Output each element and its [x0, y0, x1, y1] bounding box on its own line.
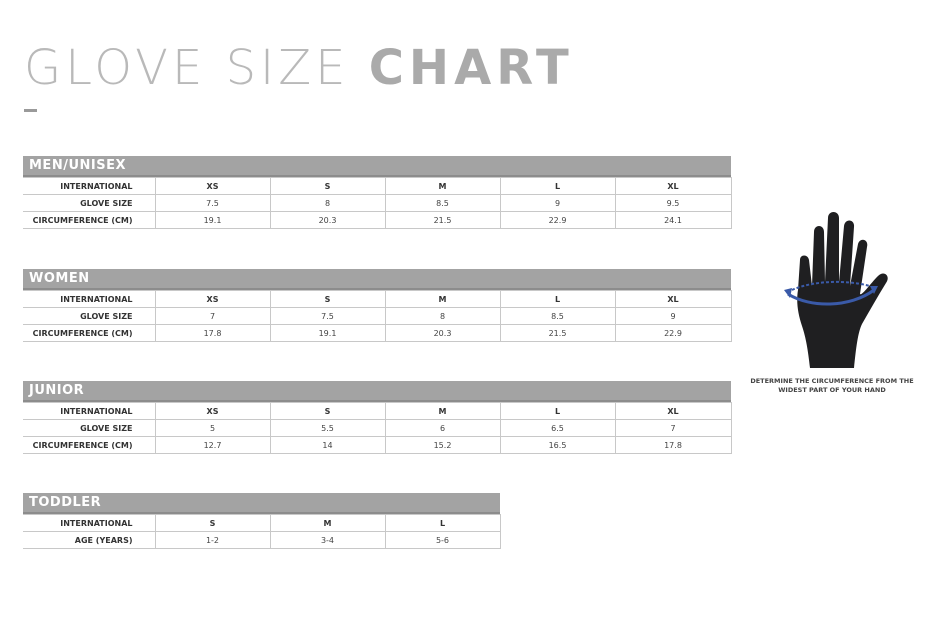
row-label: INTERNATIONAL [23, 290, 156, 308]
table-cell: 19.1 [154, 211, 271, 229]
section-women: WOMEN INTERNATIONAL XS S M L XL GLOVE SI… [23, 269, 732, 342]
table-cell: 9 [614, 307, 732, 325]
row-label: GLOVE SIZE [23, 194, 156, 212]
row-label: CIRCUMFERENCE (CM) [23, 324, 156, 342]
table-cell: 19.1 [269, 324, 386, 342]
table-cell: 8.5 [499, 307, 616, 325]
table-cell: 6 [384, 419, 501, 437]
table-cell: 16.5 [499, 436, 616, 454]
caption-line-1: DETERMINE THE CIRCUMFERENCE FROM THE [750, 377, 914, 385]
row-label: INTERNATIONAL [23, 514, 156, 532]
table-cell: 8 [384, 307, 501, 325]
table-cell: L [384, 514, 501, 532]
table-cell: 17.8 [614, 436, 732, 454]
title-bold: CHART [368, 40, 574, 96]
table-cell: S [269, 177, 386, 195]
table-row: INTERNATIONAL XS S M L XL [23, 402, 732, 420]
table-row: INTERNATIONAL S M L [23, 514, 501, 532]
table-row: GLOVE SIZE 7.5 8 8.5 9 9.5 [23, 194, 732, 212]
table-cell: S [269, 290, 386, 308]
table-cell: M [384, 290, 501, 308]
title-light: GLOVE SIZE [24, 40, 350, 96]
table-cell: 21.5 [384, 211, 501, 229]
table-cell: 7.5 [154, 194, 271, 212]
table-row: INTERNATIONAL XS S M L XL [23, 177, 732, 195]
table-cell: 5.5 [269, 419, 386, 437]
table-cell: 14 [269, 436, 386, 454]
hand-caption: DETERMINE THE CIRCUMFERENCE FROM THE WID… [748, 377, 916, 395]
table-cell: L [499, 177, 616, 195]
table-cell: 5-6 [384, 531, 501, 549]
hand-measure-icon [784, 212, 888, 368]
table-cell: M [384, 177, 501, 195]
row-label: GLOVE SIZE [23, 307, 156, 325]
row-label: INTERNATIONAL [23, 402, 156, 420]
hand-illustration [760, 210, 910, 370]
section-junior: JUNIOR INTERNATIONAL XS S M L XL GLOVE S… [23, 381, 732, 454]
size-table: INTERNATIONAL S M L AGE (YEARS) 1-2 3-4 … [23, 514, 501, 549]
table-cell: S [269, 402, 386, 420]
caption-line-2: WIDEST PART OF YOUR HAND [778, 386, 886, 394]
row-label: GLOVE SIZE [23, 419, 156, 437]
table-cell: 20.3 [269, 211, 386, 229]
table-cell: XL [614, 177, 732, 195]
table-row: GLOVE SIZE 7 7.5 8 8.5 9 [23, 307, 732, 325]
table-cell: 24.1 [614, 211, 732, 229]
table-cell: XS [154, 402, 271, 420]
table-cell: 17.8 [154, 324, 271, 342]
table-cell: 7 [154, 307, 271, 325]
table-cell: 21.5 [499, 324, 616, 342]
section-header: TODDLER [23, 493, 500, 514]
table-cell: XS [154, 177, 271, 195]
section-men-unisex: MEN/UNISEX INTERNATIONAL XS S M L XL GLO… [23, 156, 732, 229]
size-table: INTERNATIONAL XS S M L XL GLOVE SIZE 7 7… [23, 290, 732, 342]
table-cell: L [499, 402, 616, 420]
table-cell: S [154, 514, 271, 532]
table-cell: 9.5 [614, 194, 732, 212]
row-label: INTERNATIONAL [23, 177, 156, 195]
section-header: WOMEN [23, 269, 731, 290]
table-cell: 22.9 [614, 324, 732, 342]
table-cell: XL [614, 290, 732, 308]
table-cell: L [499, 290, 616, 308]
table-row: CIRCUMFERENCE (CM) 17.8 19.1 20.3 21.5 2… [23, 324, 732, 342]
row-label: CIRCUMFERENCE (CM) [23, 436, 156, 454]
table-cell: 3-4 [269, 531, 386, 549]
size-table: INTERNATIONAL XS S M L XL GLOVE SIZE 7.5… [23, 177, 732, 229]
section-toddler: TODDLER INTERNATIONAL S M L AGE (YEARS) … [23, 493, 501, 549]
table-cell: M [269, 514, 386, 532]
size-table: INTERNATIONAL XS S M L XL GLOVE SIZE 5 5… [23, 402, 732, 454]
table-cell: 8.5 [384, 194, 501, 212]
table-cell: 15.2 [384, 436, 501, 454]
table-cell: XS [154, 290, 271, 308]
title-divider [24, 109, 37, 112]
section-header: MEN/UNISEX [23, 156, 731, 177]
page-title: GLOVE SIZE CHART [24, 40, 574, 96]
table-cell: 7.5 [269, 307, 386, 325]
table-cell: M [384, 402, 501, 420]
table-cell: 9 [499, 194, 616, 212]
table-cell: 5 [154, 419, 271, 437]
row-label: AGE (YEARS) [23, 531, 156, 549]
table-row: CIRCUMFERENCE (CM) 19.1 20.3 21.5 22.9 2… [23, 211, 732, 229]
table-cell: 6.5 [499, 419, 616, 437]
table-row: GLOVE SIZE 5 5.5 6 6.5 7 [23, 419, 732, 437]
table-cell: 1-2 [154, 531, 271, 549]
section-header: JUNIOR [23, 381, 731, 402]
table-cell: 7 [614, 419, 732, 437]
table-cell: 8 [269, 194, 386, 212]
table-row: AGE (YEARS) 1-2 3-4 5-6 [23, 531, 501, 549]
table-cell: 12.7 [154, 436, 271, 454]
table-cell: 20.3 [384, 324, 501, 342]
row-label: CIRCUMFERENCE (CM) [23, 211, 156, 229]
table-cell: XL [614, 402, 732, 420]
table-cell: 22.9 [499, 211, 616, 229]
table-row: CIRCUMFERENCE (CM) 12.7 14 15.2 16.5 17.… [23, 436, 732, 454]
table-row: INTERNATIONAL XS S M L XL [23, 290, 732, 308]
